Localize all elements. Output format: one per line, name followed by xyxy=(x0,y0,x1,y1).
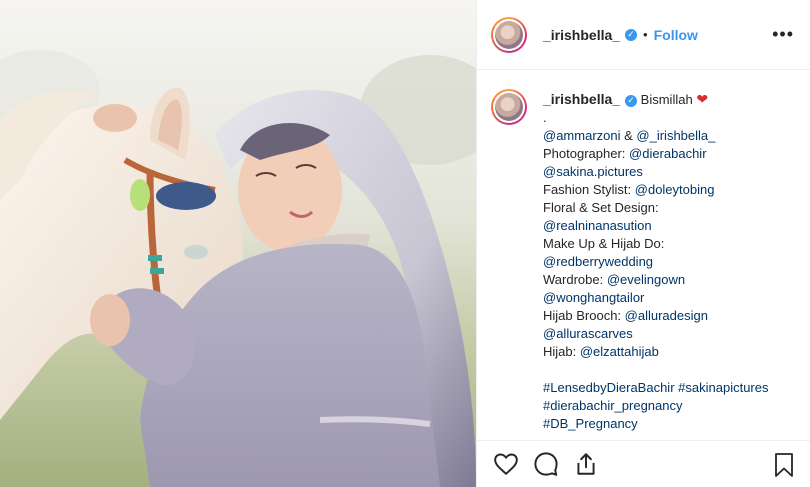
mention-link[interactable]: @realninanasution xyxy=(543,218,652,233)
header-separator: • xyxy=(643,27,648,42)
mention-link[interactable]: @redberrywedding xyxy=(543,254,653,269)
heart-outline-icon[interactable] xyxy=(493,451,519,477)
caption-text-segment: Wardrobe: xyxy=(543,272,607,287)
caption-line: Photographer: @dierabachir xyxy=(543,145,768,163)
caption-text-segment: Make Up & Hijab Do: xyxy=(543,236,665,251)
comments-section[interactable]: _irishbella_ ✓ Bismillah ❤ . @ammarzoni & … xyxy=(477,70,810,440)
caption-first-text: Bismillah xyxy=(640,92,693,107)
avatar-frame xyxy=(493,91,525,123)
caption-text-segment: & xyxy=(620,128,637,143)
caption-text-segment: Hijab: xyxy=(543,344,580,359)
post-side-panel: _irishbella_ ✓ • Follow ••• _irishbella_… xyxy=(476,0,810,487)
mention-link[interactable]: @elzattahijab xyxy=(580,344,659,359)
avatar-image xyxy=(495,93,523,121)
share-upload-icon[interactable] xyxy=(573,451,599,477)
caption-avatar[interactable] xyxy=(491,89,527,125)
photo-illustration xyxy=(0,0,476,487)
caption-line: @redberrywedding xyxy=(543,253,768,271)
caption-text-segment: Floral & Set Design: xyxy=(543,200,659,215)
caption-text: _irishbella_ ✓ Bismillah ❤ . @ammarzoni & … xyxy=(543,90,768,433)
caption-line: Hijab Brooch: @alluradesign xyxy=(543,307,768,325)
caption-line: Fashion Stylist: @doleytobing xyxy=(543,181,768,199)
caption-line: @ammarzoni & @_irishbella_ xyxy=(543,127,768,145)
caption-line: Wardrobe: @evelingown xyxy=(543,271,768,289)
avatar-frame xyxy=(493,18,525,51)
caption: _irishbella_ ✓ Bismillah ❤ . @ammarzoni & … xyxy=(491,89,796,433)
header-username[interactable]: _irishbella_ xyxy=(543,27,620,43)
caption-line: #dierabachir_pregnancy xyxy=(543,397,768,415)
hashtag-link[interactable]: #sakinapictures xyxy=(678,380,768,395)
mention-link[interactable]: @evelingown xyxy=(607,272,685,287)
caption-text-segment: Hijab Brooch: xyxy=(543,308,625,323)
caption-text-segment: Fashion Stylist: xyxy=(543,182,635,197)
caption-username[interactable]: _irishbella_ xyxy=(543,91,620,107)
instagram-post: _irishbella_ ✓ • Follow ••• _irishbella_… xyxy=(0,0,810,487)
mention-link[interactable]: @ammarzoni xyxy=(543,128,621,143)
mention-link[interactable]: @sakina.pictures xyxy=(543,164,643,179)
hashtag-link[interactable]: #DB_Pregnancy xyxy=(543,416,638,431)
mention-link[interactable]: @allurascarves xyxy=(543,326,633,341)
caption-line: Floral & Set Design: xyxy=(543,199,768,217)
verified-badge-icon: ✓ xyxy=(625,28,638,41)
post-header: _irishbella_ ✓ • Follow ••• xyxy=(477,0,810,70)
caption-line: @allurascarves xyxy=(543,325,768,343)
more-options-icon[interactable]: ••• xyxy=(772,24,794,45)
hashtag-link[interactable]: #LensedbyDieraBachir xyxy=(543,380,675,395)
caption-line xyxy=(543,361,768,379)
mention-link[interactable]: @doleytobing xyxy=(635,182,715,197)
heart-emoji: ❤ xyxy=(696,91,709,107)
bookmark-icon[interactable] xyxy=(772,452,796,478)
caption-line: Hijab: @elzattahijab xyxy=(543,343,768,361)
caption-text-segment: Photographer: xyxy=(543,146,630,161)
verified-badge-icon: ✓ xyxy=(625,94,638,107)
avatar[interactable] xyxy=(491,16,527,53)
caption-line: Make Up & Hijab Do: xyxy=(543,235,768,253)
caption-line: #DB_Pregnancy xyxy=(543,415,768,433)
comment-bubble-icon[interactable] xyxy=(533,451,559,477)
post-actions xyxy=(477,440,810,487)
caption-line: #LensedbyDieraBachir #sakinapictures xyxy=(543,379,768,397)
caption-line: @realninanasution xyxy=(543,217,768,235)
avatar-image xyxy=(495,20,523,49)
hashtag-link[interactable]: #dierabachir_pregnancy xyxy=(543,398,682,413)
caption-text-segment: . xyxy=(543,110,547,125)
caption-line: @wonghangtailor xyxy=(543,289,768,307)
post-photo[interactable] xyxy=(0,0,476,487)
mention-link[interactable]: @alluradesign xyxy=(625,308,708,323)
caption-line: @sakina.pictures xyxy=(543,163,768,181)
mention-link[interactable]: @wonghangtailor xyxy=(543,290,644,305)
follow-button[interactable]: Follow xyxy=(654,27,698,43)
mention-link[interactable]: @dierabachir xyxy=(629,146,707,161)
mention-link[interactable]: @_irishbella_ xyxy=(636,128,715,143)
caption-lines: . @ammarzoni & @_irishbella_ Photographer:… xyxy=(543,109,768,433)
caption-line: . xyxy=(543,109,768,127)
caption-first-line: _irishbella_ ✓ Bismillah ❤ xyxy=(543,90,768,109)
